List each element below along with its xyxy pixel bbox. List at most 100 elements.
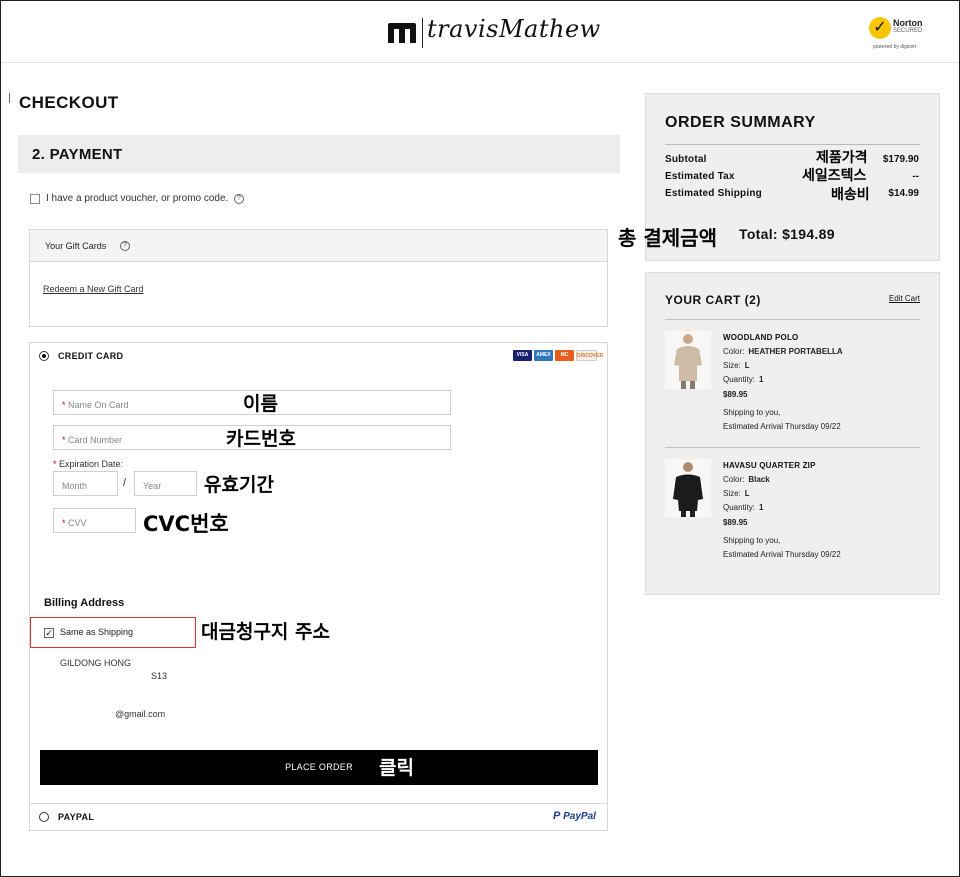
promo-checkbox[interactable] [30, 194, 40, 204]
brand-logo-icon[interactable] [386, 21, 418, 45]
annotation-sales-tax: 세일즈텍스 [802, 168, 867, 184]
norton-secured-badge[interactable]: ✓ Norton SECURED powered by digicert [869, 17, 931, 53]
same-as-shipping-label[interactable]: Same as Shipping [60, 627, 133, 637]
paypal-radio[interactable] [39, 812, 49, 822]
tax-value: -- [912, 171, 919, 182]
annotation-card-number: 카드번호 [226, 428, 296, 450]
order-total: Total: $194.89 [739, 226, 835, 242]
billing-name: GILDONG HONG [60, 658, 132, 668]
shipping-value: $14.99 [888, 188, 919, 199]
product-image[interactable] [665, 331, 711, 389]
tax-label: Estimated Tax [665, 171, 735, 182]
norton-powered: powered by digicert [873, 44, 917, 50]
norton-title: Norton [893, 18, 923, 28]
annotation-expiry: 유효기간 [204, 474, 274, 496]
polo-shirt-icon [674, 334, 702, 389]
cart-item-size: Size: L [723, 489, 750, 498]
paypal-divider [30, 803, 607, 804]
qty-value: 1 [759, 503, 764, 512]
billing-address-line: S13 [151, 671, 168, 681]
promo-label: I have a product voucher, or promo code. [46, 193, 229, 204]
product-image[interactable] [665, 459, 711, 517]
summary-divider [665, 144, 920, 145]
date-separator: / [123, 477, 127, 489]
paypal-logo-icon: P PayPal [553, 810, 596, 822]
redeem-gift-card-link[interactable]: Redeem a New Gift Card [43, 284, 144, 294]
required-mark: * [62, 400, 66, 410]
annotation-billing-address: 대금청구지 주소 [201, 621, 330, 643]
cart-item-size: Size: L [723, 361, 750, 370]
cart-item-name[interactable]: WOODLAND POLO [723, 333, 798, 342]
required-mark: * [62, 435, 66, 445]
cart-item-shipping: Shipping to you, [723, 408, 781, 417]
gift-card-header[interactable]: Your Gift Cards ? [30, 230, 607, 262]
text-cursor [9, 93, 10, 103]
cart-title: YOUR CART (2) [665, 293, 761, 307]
cart-divider [665, 319, 920, 320]
page-title: CHECKOUT [19, 93, 119, 112]
quarter-zip-icon [673, 462, 703, 517]
paypal-label[interactable]: PAYPAL [58, 812, 94, 822]
payment-step-header: 2. PAYMENT [18, 135, 620, 173]
cvv-field[interactable]: * CVV [53, 508, 136, 533]
gift-card-panel: Your Gift Cards ? Redeem a New Gift Card [29, 229, 608, 327]
cart-item-price: $89.95 [723, 390, 748, 399]
qty-value: 1 [759, 375, 764, 384]
cart-item-quantity: Quantity: 1 [723, 375, 763, 384]
size-value: L [744, 489, 750, 498]
cart-item-quantity: Quantity: 1 [723, 503, 763, 512]
gift-card-title: Your Gift Cards [45, 241, 107, 251]
order-summary-title: ORDER SUMMARY [665, 114, 816, 131]
amex-icon: AMEX [534, 350, 553, 361]
site-header: travisMathew ✓ Norton SECURED powered by… [1, 1, 959, 63]
cart-item-color: Color: Black [723, 475, 770, 484]
norton-subtitle: SECURED [893, 28, 923, 34]
annotation-shipping-fee: 배송비 [831, 187, 870, 203]
subtotal-value: $179.90 [882, 154, 919, 165]
credit-card-label[interactable]: CREDIT CARD [58, 351, 123, 361]
annotation-cvc: CVC번호 [143, 512, 229, 536]
cart-panel: YOUR CART (2) Edit Cart WOODLAND POLO Co… [645, 272, 940, 595]
cart-item-price: $89.95 [723, 518, 748, 527]
annotation-name: 이름 [243, 393, 278, 415]
cart-item-color: Color: HEATHER PORTABELLA [723, 347, 843, 356]
cart-item-name[interactable]: HAVASU QUARTER ZIP [723, 461, 816, 470]
gift-card-help-icon[interactable]: ? [120, 241, 130, 251]
expiration-label-text: Expiration Date: [59, 459, 124, 469]
billing-address-title: Billing Address [44, 597, 125, 609]
required-mark: * [53, 459, 57, 469]
card-number-placeholder: Card Number [68, 435, 123, 445]
annotation-click: 클릭 [379, 757, 414, 779]
expiry-year-select[interactable]: Year [134, 471, 197, 496]
credit-card-radio[interactable] [39, 351, 49, 361]
size-value: L [744, 361, 750, 370]
promo-help-icon[interactable]: ? [234, 194, 244, 204]
subtotal-label: Subtotal [665, 154, 707, 165]
name-on-card-placeholder: Name On Card [68, 400, 129, 410]
discover-icon: DISCOVER [576, 350, 603, 361]
qty-label: Quantity: [723, 375, 756, 384]
expiration-label: * Expiration Date: [53, 459, 123, 469]
total-value: $194.89 [782, 226, 835, 242]
annotation-total-amount: 총 결제금액 [618, 226, 717, 250]
required-mark: * [62, 518, 66, 528]
logo-divider [422, 18, 423, 48]
cart-divider [665, 447, 920, 448]
size-label: Size: [723, 361, 741, 370]
same-as-shipping-checkbox[interactable]: ✓ [44, 628, 54, 638]
billing-email: @gmail.com [115, 709, 166, 719]
visa-icon: VISA [513, 350, 532, 361]
expiry-month-select[interactable]: Month [53, 471, 118, 496]
year-placeholder: Year [143, 481, 162, 491]
brand-wordmark[interactable]: travisMathew [427, 15, 601, 43]
total-label: Total: [739, 226, 778, 242]
color-value: HEATHER PORTABELLA [748, 347, 843, 356]
color-label: Color: [723, 347, 745, 356]
shipping-label: Estimated Shipping [665, 188, 762, 199]
color-label: Color: [723, 475, 745, 484]
color-value: Black [748, 475, 770, 484]
qty-label: Quantity: [723, 503, 756, 512]
norton-check-icon: ✓ [869, 17, 891, 39]
edit-cart-link[interactable]: Edit Cart [889, 294, 920, 303]
place-order-button[interactable]: PLACE ORDER [40, 750, 598, 785]
